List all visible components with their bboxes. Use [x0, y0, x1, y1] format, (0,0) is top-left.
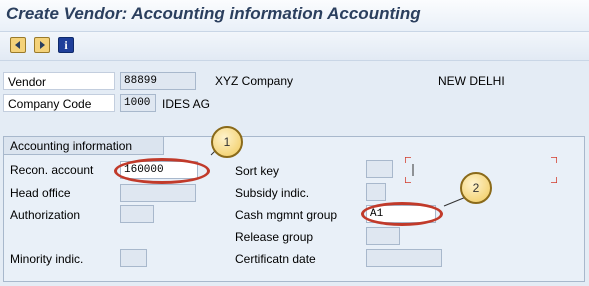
group-title: Accounting information [4, 137, 164, 155]
sort-key-field[interactable] [366, 160, 393, 178]
vendor-name: XYZ Company [215, 74, 294, 88]
company-code-field[interactable]: 1000 [120, 94, 156, 112]
info-icon[interactable]: i [58, 37, 74, 53]
title-bar: Create Vendor: Accounting information Ac… [0, 0, 589, 32]
vendor-label: Vendor [3, 72, 115, 90]
vendor-city: NEW DELHI [438, 74, 505, 88]
certificatn-date-field[interactable] [366, 249, 442, 267]
company-code-label: Company Code [3, 94, 115, 112]
certificatn-date-label: Certificatn date [235, 252, 316, 266]
company-name: IDES AG [162, 97, 211, 111]
minority-indic-label: Minority indic. [10, 252, 84, 266]
window-title: Create Vendor: Accounting information Ac… [6, 4, 421, 23]
vendor-field[interactable]: 88899 [120, 72, 196, 90]
sort-key-label: Sort key [235, 164, 280, 178]
release-group-field[interactable] [366, 227, 400, 245]
authorization-label: Authorization [10, 208, 81, 222]
head-office-field[interactable] [120, 184, 196, 202]
cash-mgmt-group-label: Cash mgmnt group [235, 208, 338, 222]
authorization-field[interactable] [120, 205, 154, 223]
callout-1: 1 [211, 126, 243, 158]
info-glyph: i [64, 38, 68, 52]
head-office-label: Head office [10, 186, 71, 200]
minority-indic-field[interactable] [120, 249, 147, 267]
subsidy-indic-field[interactable] [366, 183, 386, 201]
highlight-ellipse-recon [114, 158, 210, 184]
application-toolbar: i [0, 32, 589, 61]
subsidy-indic-label: Subsidy indic. [235, 186, 310, 200]
release-group-label: Release group [235, 230, 314, 244]
callout-2: 2 [460, 172, 492, 204]
recon-account-label: Recon. account [10, 163, 94, 177]
page-next-icon[interactable] [34, 37, 50, 53]
page-previous-icon[interactable] [10, 37, 26, 53]
highlight-ellipse-cash-mgmt [361, 202, 443, 226]
